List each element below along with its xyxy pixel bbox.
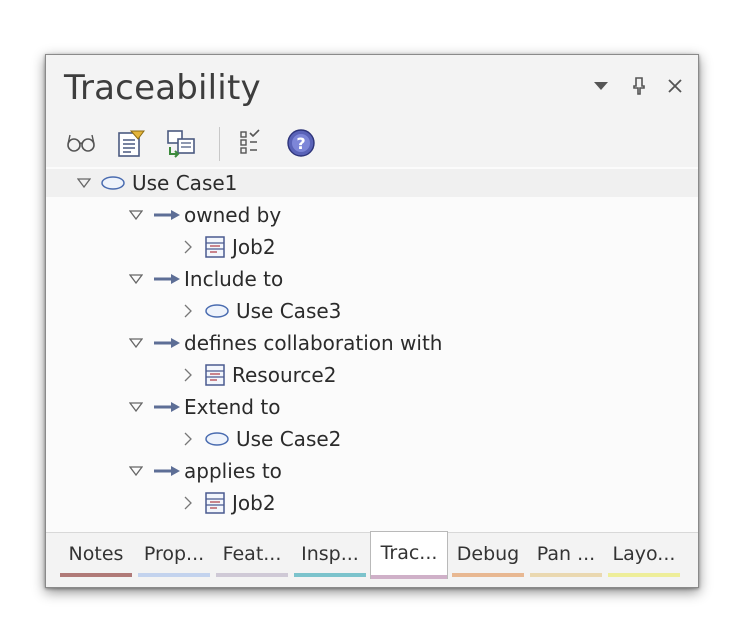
relation-arrow-icon	[152, 208, 182, 222]
tree-group-label: Extend to	[184, 395, 281, 419]
expand-icon[interactable]	[178, 237, 198, 257]
collapse-icon[interactable]	[126, 269, 146, 289]
tab-label: Feat...	[222, 543, 282, 565]
view-icon[interactable]	[64, 127, 98, 159]
collapse-icon[interactable]	[126, 397, 146, 417]
tab-label: Debug	[456, 543, 520, 565]
relation-arrow-icon	[152, 464, 182, 478]
tree-group[interactable]: Extend to	[126, 393, 280, 421]
tab-pan-zoom[interactable]: Pan ...	[530, 533, 602, 577]
help-icon[interactable]: ?	[284, 127, 318, 159]
tree-item[interactable]: Use Case3	[178, 297, 341, 325]
tab-label: Pan ...	[536, 543, 596, 565]
tab-layout[interactable]: Layo...	[608, 533, 680, 577]
dropdown-arrow-icon[interactable]	[590, 75, 612, 97]
collapse-icon[interactable]	[74, 173, 94, 193]
toolbar: ?	[46, 119, 698, 167]
tree-item-label: Job2	[232, 491, 276, 515]
tab-bar: Notes Prop... Feat... Insp... Trac... De…	[46, 531, 698, 587]
tree-item[interactable]: Job2	[178, 489, 276, 517]
tab-label: Trac...	[380, 542, 438, 564]
expand-icon[interactable]	[178, 429, 198, 449]
tab-label: Prop...	[143, 543, 205, 565]
tab-inspector[interactable]: Insp...	[294, 533, 366, 577]
tree-item-label: Use Case2	[236, 427, 342, 451]
tree-item-label: Resource2	[232, 363, 337, 387]
collapse-icon[interactable]	[126, 333, 146, 353]
traceability-tree: Use Case1 owned by Job2 Include to Use C…	[46, 167, 698, 533]
tab-color-strip	[294, 573, 366, 577]
tab-color-strip	[371, 575, 447, 579]
title-bar: Traceability	[46, 55, 698, 119]
tree-item[interactable]: Use Case2	[178, 425, 341, 453]
tree-group-label: defines collaboration with	[184, 331, 443, 355]
close-icon[interactable]	[664, 75, 686, 97]
tree-group-label: applies to	[184, 459, 282, 483]
pin-icon[interactable]	[628, 75, 650, 97]
collapse-icon[interactable]	[126, 205, 146, 225]
class-icon	[204, 491, 226, 515]
expand-icon[interactable]	[178, 365, 198, 385]
tab-color-strip	[60, 573, 132, 577]
traceability-window: Traceability ? Use Case1 owned by Job2 I…	[45, 54, 699, 588]
relation-arrow-icon	[152, 272, 182, 286]
tab-label: Layo...	[612, 543, 676, 565]
tree-root-label: Use Case1	[132, 171, 238, 195]
class-icon	[204, 363, 226, 387]
tree-group[interactable]: owned by	[126, 201, 281, 229]
tab-properties[interactable]: Prop...	[138, 533, 210, 577]
tab-notes[interactable]: Notes	[60, 533, 132, 577]
class-icon	[204, 235, 226, 259]
relation-arrow-icon	[152, 400, 182, 414]
tree-item[interactable]: Job2	[178, 233, 276, 261]
tree-root[interactable]: Use Case1	[46, 169, 698, 197]
locate-icon[interactable]	[164, 127, 198, 159]
tree-item-label: Job2	[232, 235, 276, 259]
collapse-icon[interactable]	[126, 461, 146, 481]
tab-features[interactable]: Feat...	[216, 533, 288, 577]
toolbar-separator	[219, 127, 220, 161]
tab-label: Notes	[68, 543, 124, 565]
tab-color-strip	[138, 573, 210, 577]
tab-color-strip	[452, 573, 524, 577]
tree-group-label: owned by	[184, 203, 282, 227]
tab-color-strip	[216, 573, 288, 577]
window-title: Traceability	[64, 68, 261, 108]
tree-group-label: Include to	[184, 267, 284, 291]
tab-color-strip	[530, 573, 602, 577]
use-case-icon	[204, 303, 230, 319]
use-case-icon	[204, 431, 230, 447]
svg-text:?: ?	[296, 134, 305, 153]
tab-color-strip	[608, 573, 680, 577]
tree-group[interactable]: defines collaboration with	[126, 329, 442, 357]
tab-label: Insp...	[301, 543, 359, 565]
tree-item[interactable]: Resource2	[178, 361, 336, 389]
properties-icon[interactable]	[114, 127, 148, 159]
use-case-icon	[100, 175, 126, 191]
tree-group[interactable]: applies to	[126, 457, 282, 485]
expand-icon[interactable]	[178, 301, 198, 321]
tree-group[interactable]: Include to	[126, 265, 283, 293]
tree-item-label: Use Case3	[236, 299, 342, 323]
checklist-icon[interactable]	[234, 127, 268, 159]
expand-icon[interactable]	[178, 493, 198, 513]
relation-arrow-icon	[152, 336, 182, 350]
tab-debug[interactable]: Debug	[452, 533, 524, 577]
tab-traceability[interactable]: Trac...	[370, 531, 448, 579]
